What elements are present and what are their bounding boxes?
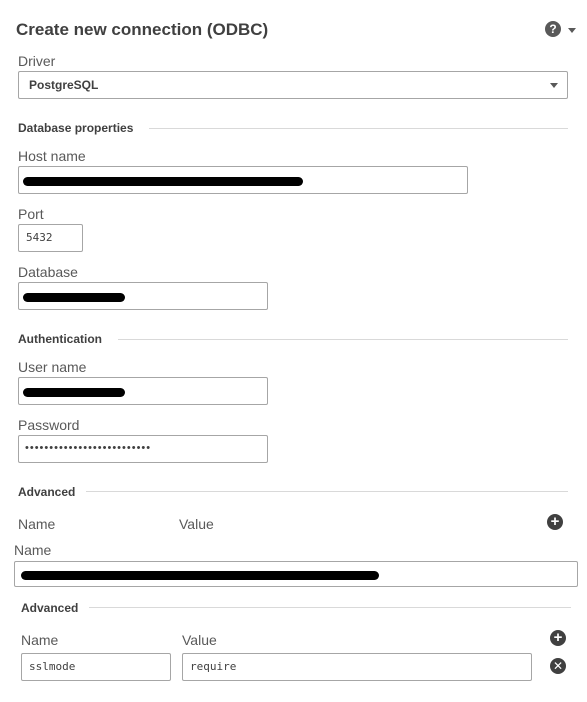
- advanced-heading: Advanced: [18, 485, 76, 499]
- database-properties-heading: Database properties: [18, 121, 134, 135]
- host-name-label: Host name: [18, 148, 86, 164]
- redaction-mark: [23, 293, 125, 302]
- driver-label: Driver: [18, 53, 56, 69]
- driver-select-value: PostgreSQL: [29, 78, 99, 92]
- redaction-mark: [23, 388, 125, 397]
- password-value: ••••••••••••••••••••••••••: [25, 442, 152, 454]
- section-divider: [89, 607, 571, 608]
- port-value: 5432: [26, 231, 53, 244]
- database-label: Database: [18, 264, 78, 280]
- advanced-name-input[interactable]: [14, 561, 578, 587]
- advanced-name-label: Name: [14, 542, 52, 558]
- redaction-mark: [23, 177, 303, 186]
- advanced-nested-name-column: Name: [21, 632, 59, 648]
- advanced-nested-value-column: Value: [182, 632, 217, 648]
- param-value-input[interactable]: require: [182, 653, 532, 681]
- database-input[interactable]: [18, 282, 268, 310]
- advanced-name-column: Name: [18, 516, 56, 532]
- redaction-mark: [21, 571, 379, 580]
- param-name-input[interactable]: sslmode: [21, 653, 171, 681]
- password-input[interactable]: ••••••••••••••••••••••••••: [18, 435, 268, 463]
- authentication-heading: Authentication: [18, 332, 102, 346]
- section-divider: [118, 339, 568, 340]
- port-input[interactable]: 5432: [18, 224, 83, 252]
- section-divider: [86, 491, 568, 492]
- plus-circle-icon[interactable]: +: [550, 630, 566, 646]
- password-label: Password: [18, 417, 80, 433]
- param-value-value: require: [190, 660, 237, 673]
- dialog-title: Create new connection (ODBC): [16, 20, 269, 39]
- chevron-down-icon: [550, 83, 558, 88]
- host-name-input[interactable]: [18, 166, 468, 194]
- driver-select[interactable]: PostgreSQL: [18, 71, 568, 99]
- user-name-input[interactable]: [18, 377, 268, 405]
- close-circle-icon[interactable]: ✕: [550, 658, 566, 674]
- plus-circle-icon[interactable]: +: [547, 514, 563, 530]
- param-name-value: sslmode: [29, 660, 76, 673]
- chevron-down-icon[interactable]: [568, 28, 576, 33]
- port-label: Port: [18, 206, 44, 222]
- help-icon[interactable]: ?: [545, 21, 561, 37]
- advanced-value-column: Value: [179, 516, 214, 532]
- user-name-label: User name: [18, 359, 87, 375]
- advanced-nested-heading: Advanced: [21, 601, 79, 615]
- section-divider: [149, 128, 568, 129]
